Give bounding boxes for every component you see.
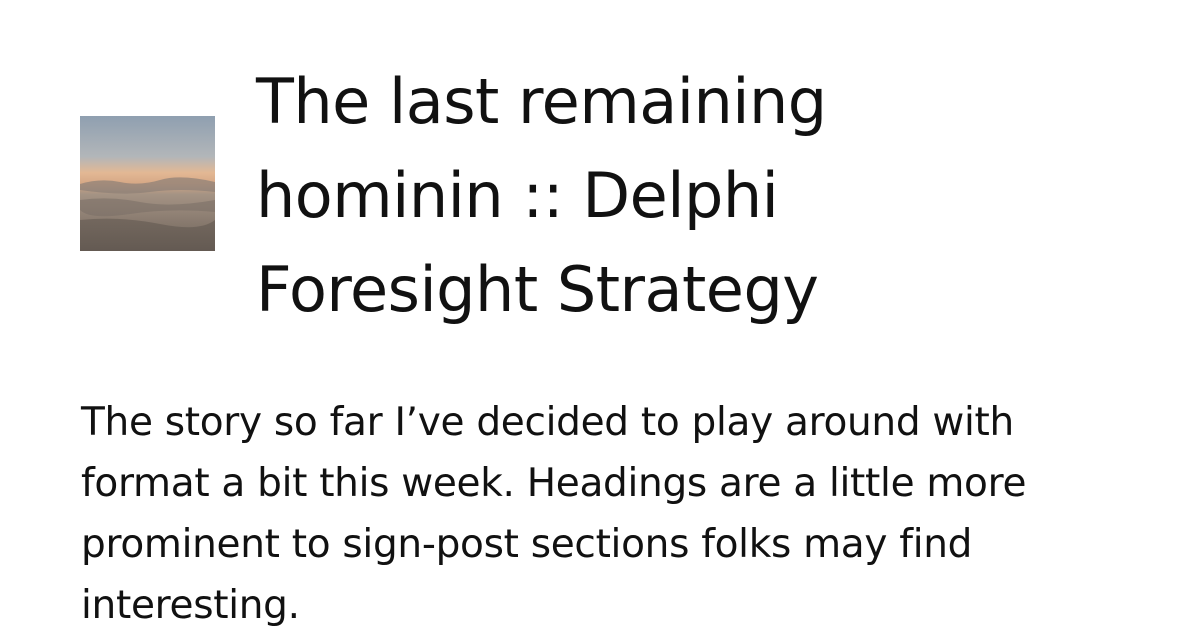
article-title[interactable]: The last remaining hominin :: Delphi For… xyxy=(256,55,956,337)
sunset-landscape-icon xyxy=(80,116,215,251)
thumbnail-image xyxy=(80,116,215,251)
article-excerpt: The story so far I’ve decided to play ar… xyxy=(81,400,1027,628)
link-preview-card[interactable]: The last remaining hominin :: Delphi For… xyxy=(0,0,1200,630)
